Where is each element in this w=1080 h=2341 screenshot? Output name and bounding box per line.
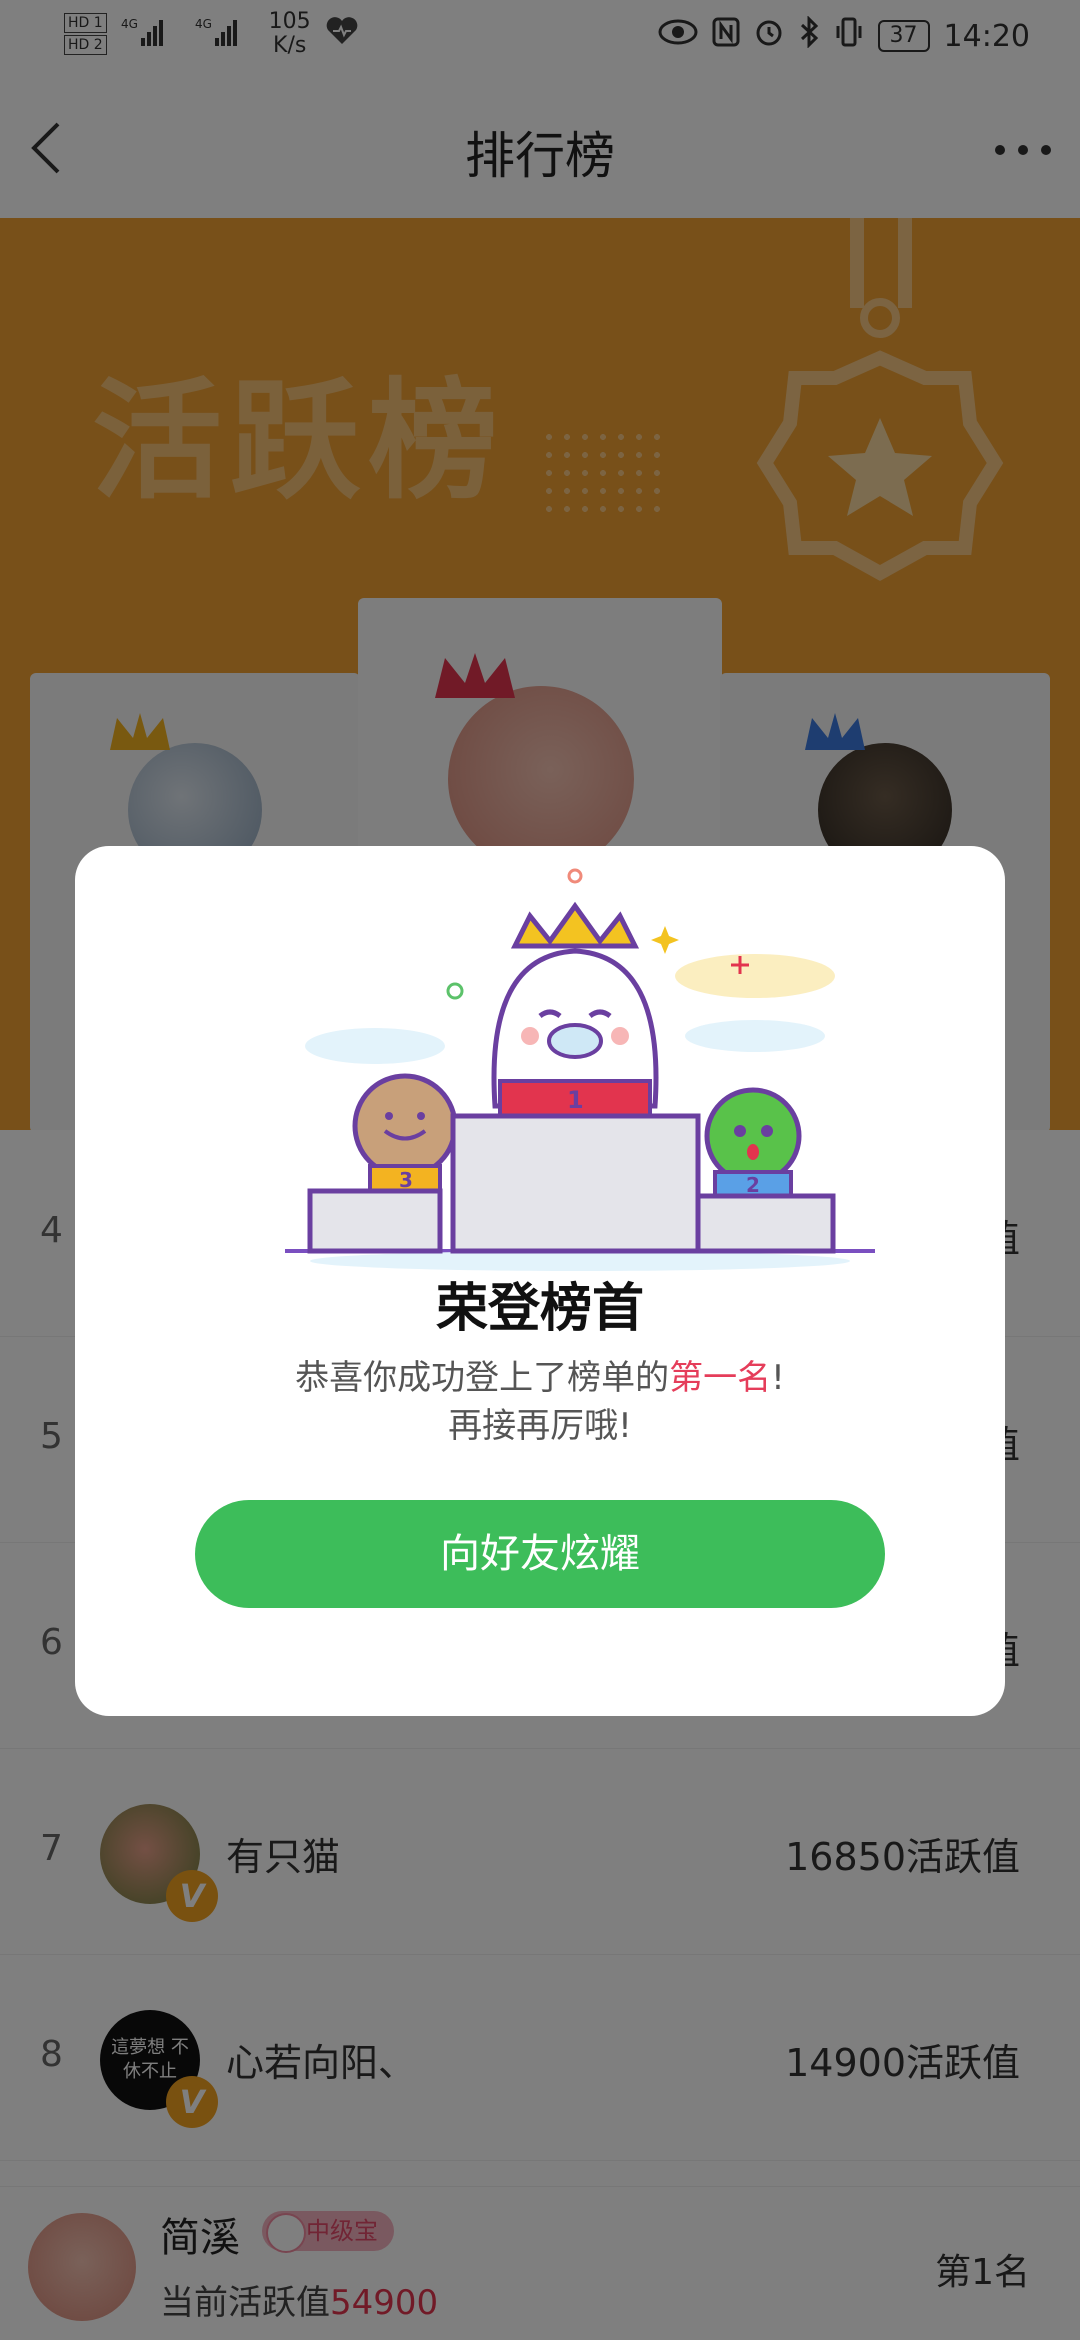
dialog-message: 恭喜你成功登上了榜单的第一名! 再接再厉哦! <box>75 1354 1005 1450</box>
first-place-label: 1 <box>567 1086 584 1114</box>
dialog-title: 荣登榜首 <box>435 1279 644 1339</box>
third-place-label: 3 <box>399 1168 413 1192</box>
second-place-label: 2 <box>746 1173 760 1197</box>
message-text: 恭喜你成功登上了榜单的 <box>295 1358 670 1398</box>
share-with-friends-button[interactable]: 向好友炫耀 <box>195 1500 885 1608</box>
message-punctuation: ! <box>771 1358 785 1398</box>
first-place-dialog: 3 1 2 荣登榜首 恭喜你成功登上了榜单的第一名! 再接再厉哦! 向好友炫耀 <box>75 846 1005 1716</box>
dialog-message-line1: 恭喜你成功登上了榜单的第一名! <box>75 1354 1005 1402</box>
dialog-message-line2: 再接再厉哦! <box>448 1406 632 1446</box>
message-highlight: 第一名 <box>669 1358 772 1398</box>
podium-illustration: 3 1 2 <box>285 868 875 1271</box>
